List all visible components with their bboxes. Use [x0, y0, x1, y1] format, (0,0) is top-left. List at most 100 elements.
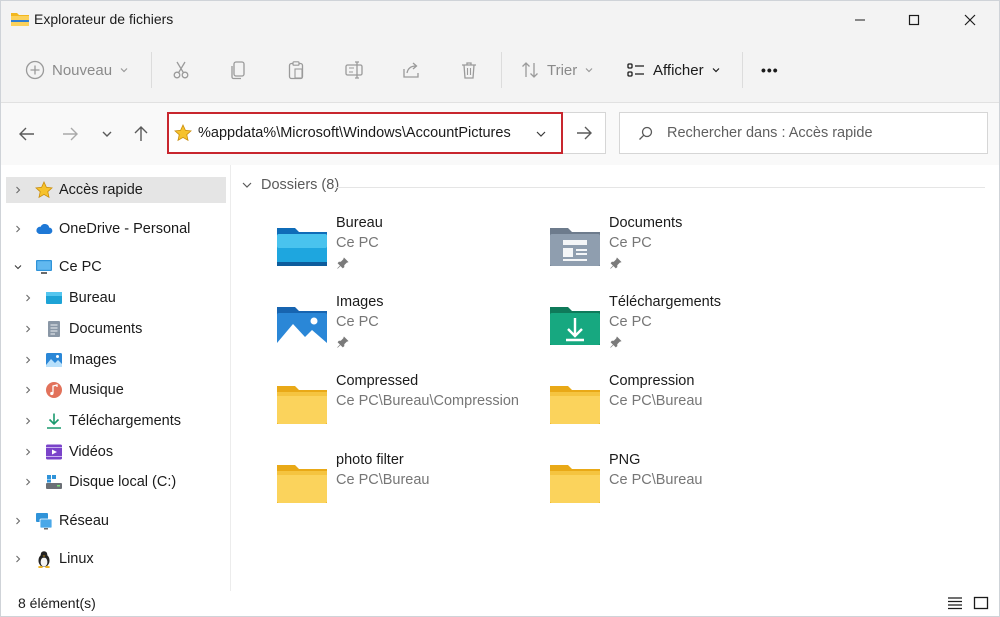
more-options-button[interactable]: •••	[761, 50, 779, 90]
forward-button[interactable]	[59, 123, 81, 145]
chevron-down-icon[interactable]	[13, 262, 23, 272]
document-icon	[48, 321, 60, 337]
chevron-right-icon[interactable]	[13, 185, 23, 195]
sidebar-item-label: OneDrive - Personal	[59, 221, 191, 237]
chevron-right-icon[interactable]	[13, 516, 23, 526]
sidebar-item-label: Bureau	[69, 290, 116, 306]
file-explorer-window: Explorateur de fichiers Nouveau Trier Af…	[0, 0, 1000, 617]
chevron-down-icon	[585, 68, 593, 73]
share-button[interactable]	[401, 50, 421, 90]
folder-tile-pictures[interactable]: Images Ce PC	[276, 294, 536, 364]
folder-location: Ce PC	[609, 314, 652, 330]
sidebar-item-network[interactable]: Réseau	[6, 508, 226, 534]
cut-button[interactable]	[171, 50, 191, 90]
copy-button[interactable]	[229, 50, 249, 90]
paste-button[interactable]	[286, 50, 306, 90]
address-path[interactable]: %appdata%\Microsoft\Windows\AccountPictu…	[198, 125, 511, 141]
penguin-icon	[38, 551, 50, 568]
tiles-view-icon[interactable]	[973, 595, 989, 611]
chevron-right-icon[interactable]	[23, 477, 33, 487]
sidebar-item-quick-access[interactable]: Accès rapide	[6, 177, 226, 203]
group-label: Dossiers (8)	[261, 177, 340, 193]
sidebar-item-music[interactable]: Musique	[6, 377, 226, 403]
folder-tile-desktop[interactable]: Bureau Ce PC	[276, 215, 536, 285]
folder-location: Ce PC	[336, 235, 379, 251]
folder-location: Ce PC\Bureau	[609, 393, 703, 409]
chevron-right-icon[interactable]	[23, 416, 33, 426]
item-count: 8 élément(s)	[18, 595, 96, 611]
sidebar-item-label: Linux	[59, 551, 94, 567]
new-button[interactable]: Nouveau	[25, 50, 129, 90]
folder-location: Ce PC	[609, 235, 652, 251]
arrow-up-icon	[134, 126, 148, 141]
pin-icon	[610, 336, 622, 348]
status-bar: 8 élément(s)	[1, 591, 999, 616]
sidebar-item-downloads[interactable]: Téléchargements	[6, 408, 226, 434]
command-bar: Nouveau Trier Afficher •••	[1, 38, 999, 103]
toolbar-separator	[742, 52, 743, 88]
close-button[interactable]	[947, 1, 993, 38]
chevron-right-icon[interactable]	[13, 554, 23, 564]
folder-location: Ce PC\Bureau	[336, 472, 430, 488]
maximize-button[interactable]	[891, 1, 937, 38]
folder-location: Ce PC\Bureau\Compression	[336, 393, 519, 409]
sidebar-item-linux[interactable]: Linux	[6, 546, 226, 572]
chevron-right-icon[interactable]	[23, 447, 33, 457]
sort-button[interactable]: Trier	[520, 50, 594, 90]
details-view-icon[interactable]	[947, 595, 963, 611]
chevron-right-icon[interactable]	[23, 385, 33, 395]
folder-name: Compressed	[336, 373, 419, 389]
up-button[interactable]	[130, 123, 152, 145]
folder-tile-downloads[interactable]: Téléchargements Ce PC	[549, 294, 809, 364]
rename-icon	[345, 61, 363, 79]
arrow-left-icon	[19, 127, 34, 141]
chevron-down-icon	[102, 131, 112, 137]
copy-icon	[231, 61, 245, 80]
sidebar-item-videos[interactable]: Vidéos	[6, 439, 226, 465]
sidebar-item-onedrive[interactable]: OneDrive - Personal	[6, 216, 226, 242]
delete-button[interactable]	[459, 50, 479, 90]
minimize-button[interactable]	[837, 1, 883, 38]
folder-tile-documents[interactable]: Documents Ce PC	[549, 215, 809, 285]
folder-app-icon	[11, 13, 29, 26]
sidebar-item-desktop[interactable]: Bureau	[6, 285, 226, 311]
chevron-right-icon[interactable]	[23, 293, 33, 303]
arrow-right-icon	[63, 127, 78, 141]
video-icon	[46, 444, 62, 460]
folder-name: Bureau	[336, 215, 383, 231]
address-bar[interactable]: %appdata%\Microsoft\Windows\AccountPictu…	[167, 112, 563, 154]
image-icon	[46, 353, 62, 367]
chevron-down-icon	[712, 68, 720, 73]
folder-name: PNG	[609, 452, 641, 468]
sidebar-item-local-disk[interactable]: Disque local (C:)	[6, 469, 226, 495]
folders-group-header[interactable]: Dossiers (8)	[241, 177, 339, 193]
go-button[interactable]	[563, 112, 606, 154]
chevron-right-icon[interactable]	[13, 224, 23, 234]
folder-location: Ce PC\Bureau	[609, 472, 703, 488]
chevron-down-icon[interactable]	[535, 128, 547, 140]
chevron-right-icon[interactable]	[23, 355, 33, 365]
folder-location: Ce PC	[336, 314, 379, 330]
recent-locations-button[interactable]	[96, 123, 118, 145]
folder-tile-compressed[interactable]: Compressed Ce PC\Bureau\Compression	[276, 373, 536, 443]
close-icon	[964, 14, 976, 25]
add-circle-icon	[25, 60, 45, 80]
trash-icon	[462, 62, 476, 79]
folder-tile-photo-filter[interactable]: photo filter Ce PC\Bureau	[276, 452, 536, 522]
pin-icon	[337, 257, 349, 269]
back-button[interactable]	[16, 123, 38, 145]
sidebar-item-pictures[interactable]: Images	[6, 347, 226, 373]
rename-button[interactable]	[344, 50, 364, 90]
folder-name: Documents	[609, 215, 683, 231]
pin-icon	[610, 257, 622, 269]
search-box[interactable]: Rechercher dans : Accès rapide	[619, 112, 988, 154]
folder-name: photo filter	[336, 452, 404, 468]
folder-tile-compression[interactable]: Compression Ce PC\Bureau	[549, 373, 809, 443]
chevron-right-icon[interactable]	[23, 324, 33, 334]
view-button[interactable]: Afficher	[626, 50, 721, 90]
drive-icon	[46, 475, 62, 489]
scissors-icon	[173, 61, 189, 79]
sidebar-item-documents[interactable]: Documents	[6, 316, 226, 342]
sidebar-item-this-pc[interactable]: Ce PC	[6, 254, 226, 280]
folder-tile-png[interactable]: PNG Ce PC\Bureau	[549, 452, 809, 522]
